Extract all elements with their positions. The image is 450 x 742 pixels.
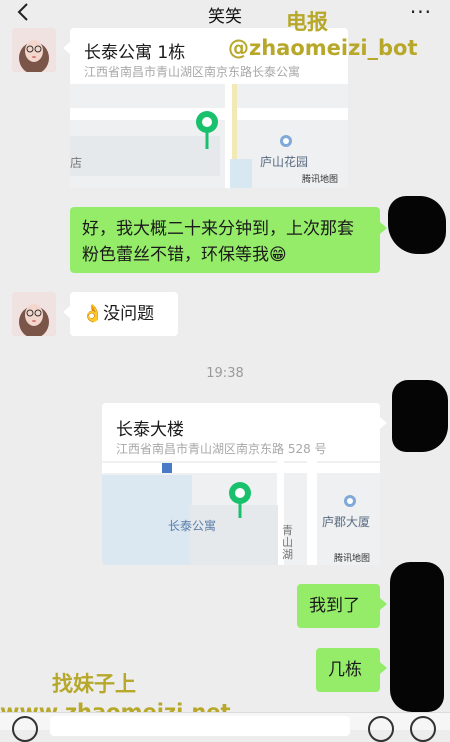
location-card[interactable]: 长泰大楼 江西省南昌市青山湖区南京东路 528 号 长泰公寓 青山湖 庐郡大厦 … (102, 403, 380, 565)
contact-avatar[interactable] (12, 28, 56, 72)
chat-title: 笑笑 (208, 7, 242, 27)
message-bubble-outgoing[interactable]: 几栋 (316, 648, 380, 692)
bubble-tail (380, 417, 387, 429)
map-label-shop: 店 (70, 156, 83, 170)
input-bar (0, 712, 450, 742)
more-options-icon[interactable]: ··· (410, 0, 432, 24)
location-title: 长泰大楼 (116, 420, 184, 440)
map-label-poi: 庐郡大厦 (322, 515, 371, 529)
bubble-tail (380, 662, 387, 674)
message-bubble-outgoing[interactable]: 好，我大概二十来分钟到，上次那套粉色蕾丝不错，环保等我😁 (70, 207, 380, 273)
watermark-top-line2: @zhaomeizi_bot (228, 36, 418, 60)
map-label-area: 长泰公寓 (168, 519, 217, 533)
location-map[interactable]: 长泰公寓 青山湖 庐郡大厦 腾讯地图 (102, 461, 380, 565)
bubble-tail (380, 598, 387, 610)
chat-header: 笑笑 ··· (0, 0, 450, 27)
redaction-blob (388, 196, 446, 254)
location-map[interactable]: 店 庐山花园 腾讯地图 (70, 84, 348, 188)
contact-avatar[interactable] (12, 292, 56, 336)
map-label-poi: 庐山花园 (260, 155, 309, 169)
watermark-bottom-line1: 找妹子上 (52, 672, 136, 696)
location-address: 江西省南昌市青山湖区南京东路长泰公寓 (84, 65, 301, 79)
map-provider-label: 腾讯地图 (302, 175, 339, 185)
map-label-road: 青山湖 (282, 524, 293, 561)
message-bubble-incoming[interactable]: 👌没问题 (70, 292, 178, 336)
bubble-tail (63, 42, 70, 54)
bubble-tail (63, 306, 70, 318)
message-input[interactable] (50, 716, 350, 736)
location-title: 长泰公寓 1栋 (84, 43, 186, 63)
redaction-blob (390, 562, 444, 712)
location-address: 江西省南昌市青山湖区南京东路 528 号 (116, 442, 327, 456)
emoji-icon[interactable] (368, 716, 394, 742)
map-provider-label: 腾讯地图 (334, 554, 371, 564)
message-bubble-outgoing[interactable]: 我到了 (297, 584, 380, 628)
plus-icon[interactable] (410, 716, 436, 742)
redaction-blob (392, 380, 448, 452)
voice-icon[interactable] (12, 716, 38, 742)
message-timestamp: 19:38 (206, 366, 244, 381)
bubble-tail (380, 222, 387, 234)
watermark-top-line1: 电报 (286, 10, 328, 34)
